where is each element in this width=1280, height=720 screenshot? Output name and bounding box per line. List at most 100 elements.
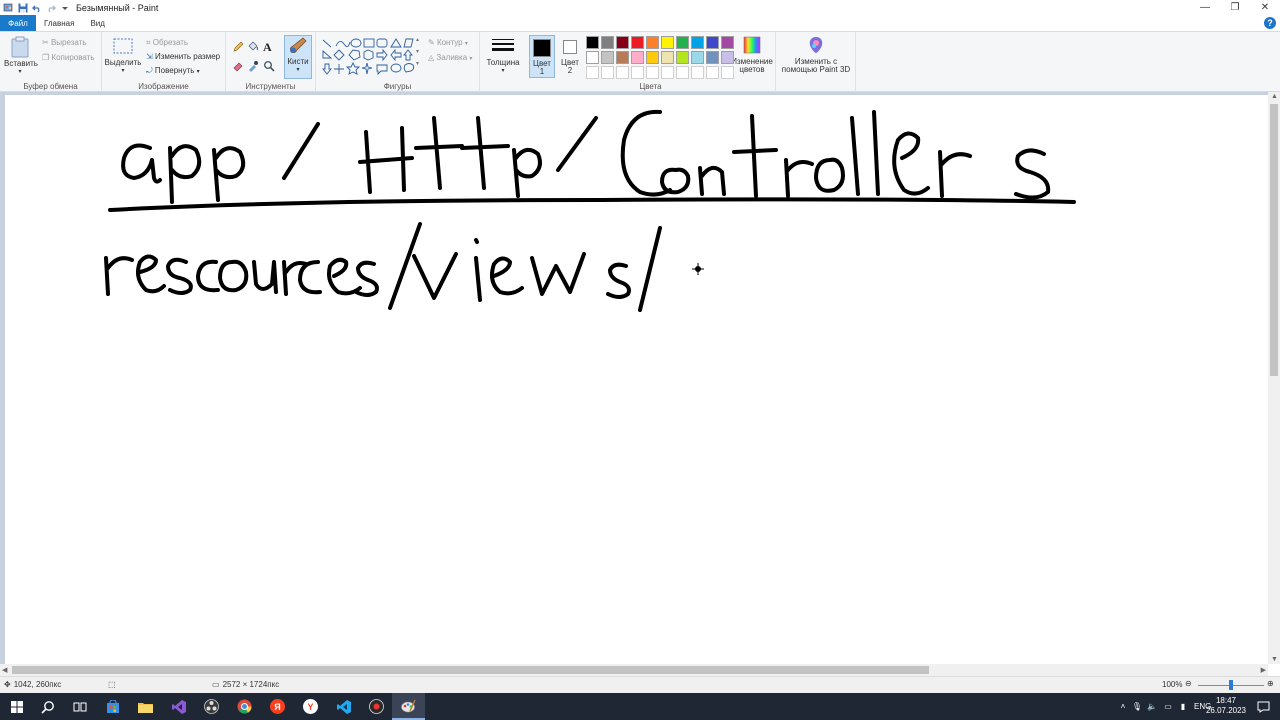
- custom-color-slot[interactable]: [616, 66, 629, 79]
- scroll-down-icon[interactable]: ▼: [1271, 656, 1278, 663]
- scroll-right-icon[interactable]: ▶: [1261, 666, 1266, 674]
- outline-button[interactable]: ✎ Контур ▾: [428, 38, 468, 47]
- custom-color-slot[interactable]: [691, 66, 704, 79]
- eraser-icon[interactable]: [232, 60, 244, 72]
- taskbar-yandex-browser[interactable]: Y: [294, 693, 327, 720]
- palette-swatch[interactable]: [721, 51, 734, 64]
- save-icon[interactable]: [17, 2, 28, 13]
- battery-icon[interactable]: ▮: [1176, 702, 1190, 711]
- taskbar-explorer[interactable]: [129, 693, 162, 720]
- zoom-in-button[interactable]: ⊕: [1267, 679, 1274, 688]
- taskbar-paint[interactable]: [392, 693, 425, 720]
- scroll-up-icon[interactable]: ▲: [1271, 93, 1278, 100]
- palette-swatch[interactable]: [661, 36, 674, 49]
- clock[interactable]: 18:47 26.07.2023: [1206, 696, 1246, 716]
- copy-label: Копировать: [51, 53, 95, 62]
- help-icon[interactable]: ?: [1264, 17, 1276, 29]
- fill-bucket-icon[interactable]: [247, 41, 259, 53]
- palette-swatch[interactable]: [676, 36, 689, 49]
- shapes-expand-icon[interactable]: ▾: [416, 60, 419, 67]
- crop-button[interactable]: ⌗ Обрезать: [146, 38, 188, 48]
- copy-button[interactable]: ❐ Копировать: [42, 53, 94, 62]
- palette-swatch[interactable]: [631, 51, 644, 64]
- paste-button[interactable]: Вставить ▾: [4, 36, 38, 76]
- horizontal-scroll-thumb[interactable]: [12, 666, 929, 674]
- start-button[interactable]: [0, 693, 33, 720]
- tray-overflow-icon[interactable]: ˄: [1116, 702, 1130, 711]
- zoom-out-button[interactable]: ⊖: [1185, 679, 1192, 688]
- rotate-button[interactable]: ⤾ Повернуть ▾: [146, 66, 200, 76]
- notifications-button[interactable]: [1247, 693, 1280, 720]
- taskbar-store[interactable]: [96, 693, 129, 720]
- taskbar-vscode[interactable]: [327, 693, 360, 720]
- palette-swatch[interactable]: [616, 36, 629, 49]
- minimize-button[interactable]: —: [1190, 0, 1220, 15]
- fill-button[interactable]: ◬ Заливка ▾: [428, 53, 472, 62]
- customize-toolbar-icon[interactable]: [59, 2, 70, 13]
- palette-swatch[interactable]: [616, 51, 629, 64]
- scroll-left-icon[interactable]: ◀: [2, 666, 7, 674]
- shapes-scroll-down-icon[interactable]: ▾: [416, 48, 419, 55]
- redo-icon[interactable]: [45, 2, 56, 13]
- edit-colors-button[interactable]: Изменение цветов: [728, 36, 776, 74]
- shapes-gallery[interactable]: [320, 37, 420, 77]
- palette-swatch[interactable]: [601, 36, 614, 49]
- zoom-slider-thumb[interactable]: [1229, 680, 1233, 690]
- palette-swatch[interactable]: [691, 51, 704, 64]
- text-tool-icon[interactable]: A: [263, 40, 272, 55]
- palette-swatch[interactable]: [721, 36, 734, 49]
- palette-swatch[interactable]: [601, 51, 614, 64]
- palette-swatch[interactable]: [661, 51, 674, 64]
- magnifier-icon[interactable]: [263, 60, 275, 72]
- size-button[interactable]: Толщина ▾: [483, 37, 523, 75]
- horizontal-scrollbar[interactable]: ◀ ▶: [0, 664, 1268, 676]
- custom-color-slot[interactable]: [706, 66, 719, 79]
- cut-button[interactable]: ✂ Вырезать: [42, 38, 87, 47]
- palette-swatch[interactable]: [631, 36, 644, 49]
- custom-color-slot[interactable]: [586, 66, 599, 79]
- palette-swatch[interactable]: [706, 36, 719, 49]
- close-button[interactable]: ✕: [1250, 0, 1280, 15]
- palette-swatch[interactable]: [586, 51, 599, 64]
- volume-icon[interactable]: 🔈: [1144, 702, 1160, 711]
- search-button[interactable]: [31, 693, 64, 720]
- color-picker-icon[interactable]: [247, 60, 259, 72]
- taskbar-obs[interactable]: [195, 693, 228, 720]
- taskbar-chrome[interactable]: [228, 693, 261, 720]
- shapes-scroll-up-icon[interactable]: ▴: [416, 36, 419, 43]
- select-button[interactable]: Выделить ▾: [104, 38, 142, 75]
- group-image: Выделить ▾ ⌗ Обрезать ⇲ Изменить размер …: [102, 32, 226, 92]
- tab-view[interactable]: Вид: [82, 15, 112, 31]
- custom-color-slot[interactable]: [661, 66, 674, 79]
- custom-color-slot[interactable]: [721, 66, 734, 79]
- tab-home[interactable]: Главная: [36, 15, 82, 31]
- palette-swatch[interactable]: [586, 36, 599, 49]
- network-icon[interactable]: ▭: [1160, 702, 1176, 711]
- custom-color-slot[interactable]: [676, 66, 689, 79]
- tab-file[interactable]: Файл: [0, 15, 36, 31]
- taskbar-app[interactable]: [360, 693, 393, 720]
- edit-with-paint3d-button[interactable]: Изменить с помощью Paint 3D: [778, 36, 854, 74]
- palette-swatch[interactable]: [691, 36, 704, 49]
- custom-color-slot[interactable]: [646, 66, 659, 79]
- vertical-scrollbar[interactable]: ▲ ▼: [1268, 92, 1280, 664]
- vertical-scroll-thumb[interactable]: [1270, 104, 1278, 376]
- undo-icon[interactable]: [31, 2, 42, 13]
- custom-color-slot[interactable]: [601, 66, 614, 79]
- maximize-button[interactable]: ❐: [1220, 0, 1250, 15]
- palette-swatch[interactable]: [646, 36, 659, 49]
- drawing-canvas[interactable]: [5, 95, 1268, 664]
- palette-swatch[interactable]: [646, 51, 659, 64]
- palette-swatch[interactable]: [676, 51, 689, 64]
- resize-button[interactable]: ⇲ Изменить размер: [146, 52, 220, 61]
- pencil-icon[interactable]: [232, 41, 244, 53]
- task-view-button[interactable]: [63, 693, 96, 720]
- microphone-icon[interactable]: 🎙: [1130, 702, 1144, 711]
- custom-color-slot[interactable]: [631, 66, 644, 79]
- taskbar-yandex[interactable]: Я: [261, 693, 294, 720]
- color2-button[interactable]: Цвет 2: [557, 35, 583, 78]
- taskbar-visual-studio[interactable]: [162, 693, 195, 720]
- palette-swatch[interactable]: [706, 51, 719, 64]
- brushes-button[interactable]: Кисти ▾: [284, 35, 312, 79]
- color1-button[interactable]: Цвет 1: [529, 35, 555, 78]
